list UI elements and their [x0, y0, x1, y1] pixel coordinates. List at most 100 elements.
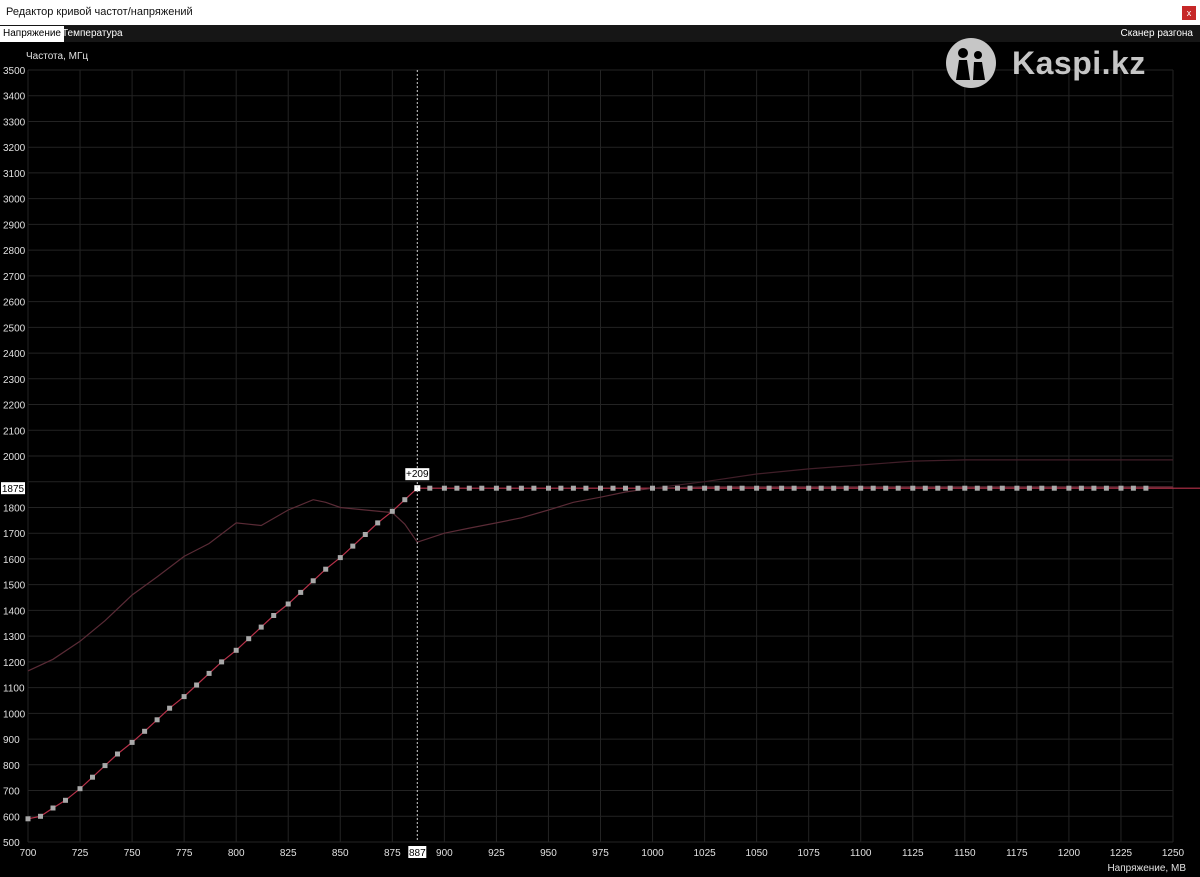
- curve-point[interactable]: [271, 613, 277, 618]
- curve-point[interactable]: [466, 485, 472, 491]
- curve-point[interactable]: [1143, 485, 1149, 491]
- curve-point[interactable]: [441, 485, 447, 491]
- curve-point[interactable]: [115, 751, 120, 757]
- curve-point[interactable]: [427, 485, 433, 491]
- curve-point[interactable]: [598, 485, 603, 491]
- tab-temperature[interactable]: Температура: [59, 26, 126, 42]
- curve-point[interactable]: [858, 485, 864, 491]
- curve-point[interactable]: [310, 578, 316, 584]
- curve-point[interactable]: [129, 739, 135, 745]
- curve-point[interactable]: [206, 670, 212, 676]
- curve-point[interactable]: [727, 485, 733, 491]
- curve-point[interactable]: [298, 589, 304, 595]
- curve-point[interactable]: [714, 485, 720, 491]
- curve-point[interactable]: [1051, 485, 1057, 491]
- curve-point[interactable]: [362, 532, 368, 537]
- curve-point[interactable]: [831, 485, 837, 491]
- curve-point[interactable]: [610, 485, 616, 491]
- curve-point[interactable]: [650, 485, 655, 491]
- curve-point[interactable]: [1039, 485, 1045, 491]
- curve-point[interactable]: [1078, 485, 1084, 491]
- curve-point[interactable]: [883, 485, 889, 491]
- curve-point[interactable]: [25, 816, 31, 822]
- curve-point[interactable]: [635, 485, 641, 491]
- curve-point[interactable]: [50, 805, 56, 811]
- curve-point[interactable]: [962, 485, 968, 491]
- curve-point[interactable]: [895, 485, 901, 491]
- curve-point[interactable]: [167, 705, 173, 711]
- vf-curve-chart[interactable]: +209 1875 887 500 600 700 800 900 1000 1100 1200 1…: [0, 42, 1200, 877]
- x-axis-label: Напряжение, МВ: [1107, 863, 1186, 874]
- curve-point[interactable]: [947, 485, 953, 491]
- curve-point[interactable]: [623, 485, 628, 491]
- curve-point[interactable]: [479, 485, 485, 491]
- curve-point[interactable]: [806, 485, 812, 491]
- curve-point[interactable]: [687, 485, 693, 491]
- curve-point[interactable]: [739, 485, 745, 491]
- curve-point[interactable]: [791, 485, 797, 491]
- curve-point[interactable]: [779, 485, 785, 491]
- curve-point[interactable]: [1103, 485, 1109, 491]
- curve-point[interactable]: [910, 485, 916, 491]
- curve-point[interactable]: [935, 485, 941, 491]
- curve-point[interactable]: [518, 485, 524, 491]
- curve-point[interactable]: [546, 485, 551, 491]
- curve-point[interactable]: [246, 636, 252, 642]
- curve-point[interactable]: [389, 508, 395, 514]
- curve-point[interactable]: [1066, 485, 1072, 491]
- curve-point[interactable]: [506, 485, 512, 491]
- curve-point[interactable]: [77, 786, 83, 792]
- curve-point[interactable]: [181, 694, 187, 700]
- curve-point[interactable]: [233, 647, 239, 653]
- y-tick-label: 3300: [3, 117, 26, 128]
- series-main-curve: [27, 487, 1146, 820]
- curve-point[interactable]: [570, 485, 576, 491]
- curve-point[interactable]: [870, 485, 876, 491]
- curve-point[interactable]: [1118, 485, 1124, 491]
- curve-point[interactable]: [1091, 485, 1097, 491]
- curve-point[interactable]: [285, 601, 291, 607]
- window-title: Редактор кривой частот/напряжений: [6, 6, 193, 18]
- curve-point[interactable]: [337, 555, 343, 561]
- curve-point[interactable]: [818, 485, 824, 491]
- curve-point[interactable]: [323, 566, 329, 572]
- curve-point[interactable]: [999, 485, 1005, 491]
- curve-point[interactable]: [258, 624, 264, 630]
- curve-point[interactable]: [1014, 485, 1020, 491]
- curve-point[interactable]: [583, 485, 589, 491]
- curve-point[interactable]: [754, 485, 760, 491]
- curve-point[interactable]: [402, 497, 408, 503]
- curve-point[interactable]: [766, 485, 772, 491]
- curve-point[interactable]: [38, 813, 43, 819]
- curve-point[interactable]: [375, 520, 381, 526]
- curve-point[interactable]: [1026, 485, 1032, 491]
- x-tick-label: 1200: [1058, 848, 1081, 859]
- curve-point[interactable]: [219, 659, 225, 665]
- curve-points[interactable]: [25, 485, 1149, 822]
- curve-point[interactable]: [493, 485, 499, 491]
- curve-point[interactable]: [974, 485, 980, 491]
- tab-voltage[interactable]: Напряжение: [0, 26, 64, 42]
- curve-point[interactable]: [675, 485, 680, 491]
- curve-point[interactable]: [662, 485, 668, 491]
- curve-point[interactable]: [90, 774, 95, 780]
- curve-point[interactable]: [154, 717, 160, 723]
- curve-point[interactable]: [843, 485, 849, 491]
- curve-point[interactable]: [987, 485, 993, 491]
- curve-point[interactable]: [194, 682, 200, 688]
- close-button[interactable]: x: [1182, 6, 1196, 20]
- x-tick-label: 950: [540, 848, 557, 859]
- curve-point[interactable]: [558, 485, 564, 491]
- y-tick-label: 3500: [3, 66, 26, 77]
- y-tick-label: 1000: [3, 709, 26, 720]
- curve-point[interactable]: [531, 485, 537, 491]
- curve-point[interactable]: [350, 543, 356, 549]
- curve-point[interactable]: [102, 763, 108, 769]
- curve-point[interactable]: [142, 728, 148, 734]
- curve-point[interactable]: [1130, 485, 1136, 491]
- curve-point[interactable]: [702, 485, 708, 491]
- curve-point[interactable]: [63, 797, 68, 803]
- curve-point[interactable]: [922, 485, 928, 491]
- y-tick-label: 2200: [3, 401, 26, 412]
- curve-point[interactable]: [454, 485, 460, 491]
